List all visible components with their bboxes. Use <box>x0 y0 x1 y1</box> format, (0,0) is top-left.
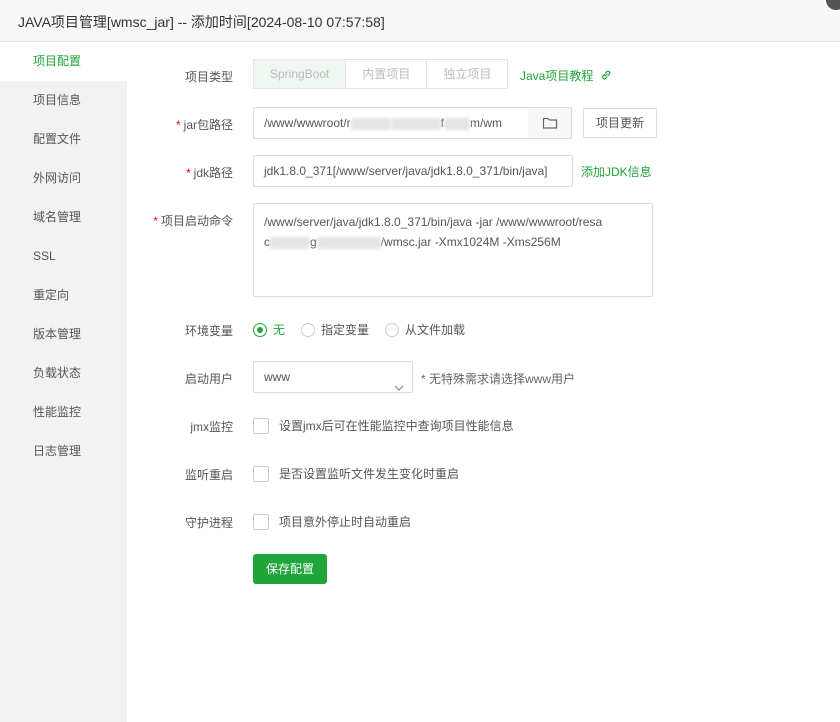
sidebar-item-project-info[interactable]: 项目信息 <box>0 81 127 120</box>
jar-path-label: * jar包路径 <box>175 118 233 132</box>
sidebar-item-load-status[interactable]: 负载状态 <box>0 354 127 393</box>
project-type-label: 项目类型 <box>184 70 233 84</box>
start-user-hint: * 无特殊需求请选择www用户 <box>421 372 576 386</box>
radio-circle <box>301 322 316 337</box>
watch-restart-checkbox[interactable] <box>253 465 269 482</box>
jar-path-input[interactable]: /www/wwwroot/r f m/wm <box>253 107 529 139</box>
daemon-label: 守护进程 <box>184 516 233 530</box>
radio-circle <box>385 322 400 337</box>
start-command-line-2: c g/wmsc.jar -Xmx1024M -Xms256M <box>264 235 561 249</box>
close-icon[interactable] <box>824 0 840 12</box>
sidebar-item-external-access[interactable]: 外网访问 <box>0 159 127 198</box>
start-command-textarea[interactable]: /www/server/java/jdk1.8.0_371/bin/java -… <box>253 203 653 297</box>
folder-icon[interactable] <box>528 107 572 139</box>
chevron-down-icon <box>394 373 404 403</box>
sidebar-item-redirect[interactable]: 重定向 <box>0 276 127 315</box>
project-type-option-standalone[interactable]: 独立项目 <box>427 60 507 88</box>
sidebar-item-log-management[interactable]: 日志管理 <box>0 432 127 471</box>
project-type-option-springboot[interactable]: SpringBoot <box>254 60 347 88</box>
start-command-line-1: /www/server/java/jdk1.8.0_371/bin/java -… <box>264 215 603 229</box>
sidebar-item-config-file[interactable]: 配置文件 <box>0 120 127 159</box>
main-content: 项目类型 SpringBoot 内置项目 独立项目 Java项目教程 * jar包… <box>127 42 840 722</box>
sidebar-item-performance-monitor[interactable]: 性能监控 <box>0 393 127 432</box>
sidebar-item-domain-management[interactable]: 域名管理 <box>0 198 127 237</box>
daemon-checkbox[interactable] <box>253 513 269 530</box>
env-vars-radio-group: 无 指定变量 从文件加载 <box>253 321 481 338</box>
jmx-label: jmx监控 <box>190 420 233 434</box>
env-radio-specified[interactable]: 指定变量 <box>301 321 369 338</box>
jmx-checkbox-row: 设置jmx后可在性能监控中查询项目性能信息 <box>253 417 514 434</box>
window-title: JAVA项目管理[wmsc_jar] -- 添加时间[2024-08-10 07… <box>18 14 385 30</box>
java-tutorial-link[interactable]: Java项目教程 <box>520 67 612 84</box>
start-command-label: * 项目启动命令 <box>153 214 233 228</box>
sidebar: 项目配置 项目信息 配置文件 外网访问 域名管理 SSL 重定向 版本管理 负载… <box>0 42 127 722</box>
start-user-label: 启动用户 <box>184 372 233 386</box>
sidebar-item-ssl[interactable]: SSL <box>0 237 127 276</box>
add-jdk-link[interactable]: 添加JDK信息 <box>581 163 652 180</box>
project-update-button[interactable]: 项目更新 <box>583 108 658 138</box>
jdk-path-label: * jdk路径 <box>185 166 233 180</box>
jmx-checkbox[interactable] <box>253 417 269 434</box>
project-type-option-builtin[interactable]: 内置项目 <box>346 60 428 88</box>
env-vars-label: 环境变量 <box>184 324 233 338</box>
external-link-icon <box>600 69 612 84</box>
env-radio-none[interactable]: 无 <box>253 321 285 338</box>
save-config-button[interactable]: 保存配置 <box>253 554 328 584</box>
sidebar-item-version-management[interactable]: 版本管理 <box>0 315 127 354</box>
sidebar-item-project-config[interactable]: 项目配置 <box>0 42 127 81</box>
title-bar: JAVA项目管理[wmsc_jar] -- 添加时间[2024-08-10 07… <box>0 0 840 42</box>
project-type-segmented: SpringBoot 内置项目 独立项目 <box>253 59 509 89</box>
jdk-path-select[interactable]: jdk1.8.0_371[/www/server/java/jdk1.8.0_3… <box>253 155 573 187</box>
watch-restart-checkbox-row: 是否设置监听文件发生变化时重启 <box>253 465 459 482</box>
start-user-select[interactable]: www <box>253 361 413 393</box>
radio-circle <box>253 322 267 337</box>
env-radio-from-file[interactable]: 从文件加载 <box>385 321 465 338</box>
daemon-checkbox-row: 项目意外停止时自动重启 <box>253 513 411 530</box>
watch-restart-label: 监听重启 <box>184 468 233 482</box>
